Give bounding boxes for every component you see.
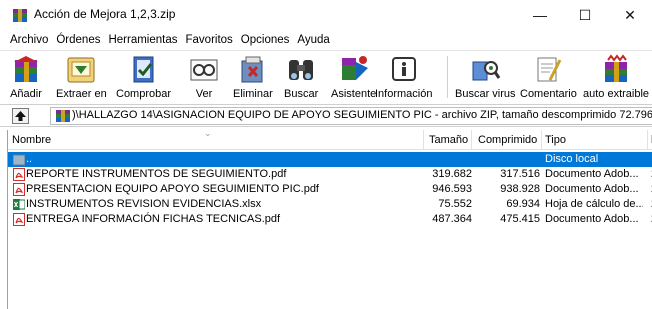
delete-label: Eliminar: [233, 88, 273, 100]
comment-label: Comentario: [520, 88, 577, 100]
menu-bar: Archivo Órdenes Herramientas Favoritos O…: [0, 31, 652, 49]
file-name: ..: [26, 153, 33, 165]
find-label: Buscar: [284, 88, 319, 100]
file-packed-size: 475.415: [500, 213, 540, 225]
info-icon: [391, 57, 416, 81]
menu-ordenes[interactable]: Órdenes: [52, 34, 104, 46]
column-header-size[interactable]: Tamaño: [429, 134, 468, 146]
pdf-file-icon: [13, 213, 25, 226]
add-archive-icon: [14, 56, 38, 82]
file-type: Documento Adob...: [545, 168, 639, 180]
test-archive-icon: [133, 56, 154, 83]
menu-archivo[interactable]: Archivo: [0, 34, 52, 46]
virus-scan-icon: [472, 61, 501, 81]
file-type: Documento Adob...: [545, 213, 639, 225]
file-packed-size: 938.928: [500, 183, 540, 195]
address-path: )\HALLAZGO 14\ASIGNACION EQUIPO DE APOYO…: [72, 109, 652, 121]
virus-scan-label: Buscar virus: [455, 88, 516, 100]
virus-scan-button[interactable]: Buscar virus: [455, 54, 516, 100]
file-type: Hoja de cálculo de...: [545, 198, 643, 210]
file-row-parent[interactable]: .. Disco local: [8, 152, 652, 167]
add-button[interactable]: Añadir: [10, 54, 42, 100]
wizard-label: Asistente: [331, 88, 377, 100]
comment-button[interactable]: Comentario: [520, 54, 577, 100]
menu-favoritos[interactable]: Favoritos: [182, 34, 237, 46]
up-arrow-icon: [15, 111, 26, 121]
find-binoculars-icon: [289, 60, 314, 80]
sfx-button[interactable]: auto extraible: [583, 54, 649, 100]
file-name: PRESENTACION EQUIPO APOYO SEGUIMIENTO PI…: [26, 183, 319, 195]
file-packed-size: 69.934: [506, 198, 540, 210]
test-button[interactable]: Comprobar: [116, 54, 171, 100]
file-type: Disco local: [545, 153, 599, 165]
excel-file-icon: [13, 199, 25, 210]
delete-icon: [241, 56, 263, 83]
address-field[interactable]: )\HALLAZGO 14\ASIGNACION EQUIPO DE APOYO…: [50, 107, 652, 125]
info-label: Información: [375, 88, 433, 100]
close-button[interactable]: ✕: [608, 0, 652, 30]
column-header-type[interactable]: Tipo: [545, 134, 566, 146]
view-button[interactable]: Ver: [188, 54, 220, 100]
file-row[interactable]: REPORTE INSTRUMENTOS DE SEGUIMIENTO.pdf …: [8, 167, 652, 182]
winrar-app-icon: [13, 9, 27, 22]
find-button[interactable]: Buscar: [284, 54, 318, 100]
view-file-icon: [190, 59, 218, 81]
menu-opciones[interactable]: Opciones: [237, 34, 294, 46]
file-size: 319.682: [432, 168, 472, 180]
file-name: INSTRUMENTOS REVISION EVIDENCIAS.xlsx: [26, 198, 262, 210]
window-title: Acción de Mejora 1,2,3.zip: [34, 7, 176, 21]
file-size: 487.364: [432, 213, 472, 225]
info-button[interactable]: Información: [375, 54, 432, 100]
file-name: ENTREGA INFORMACIÓN FICHAS TECNICAS.pdf: [26, 213, 281, 225]
wizard-button[interactable]: Asistente: [331, 54, 376, 100]
file-row[interactable]: ENTREGA INFORMACIÓN FICHAS TECNICAS.pdf …: [8, 212, 652, 227]
column-divider[interactable]: [471, 130, 472, 150]
file-row[interactable]: PRESENTACION EQUIPO APOYO SEGUIMIENTO PI…: [8, 182, 652, 197]
extract-to-label: Extraer en: [56, 88, 107, 100]
extract-to-icon: [67, 57, 95, 83]
add-label: Añadir: [10, 88, 42, 100]
address-bar: )\HALLAZGO 14\ASIGNACION EQUIPO DE APOYO…: [0, 104, 652, 127]
delete-button[interactable]: Eliminar: [233, 54, 273, 100]
menu-ayuda[interactable]: Ayuda: [293, 34, 333, 46]
file-list: Nombre ⌄ Tamaño Comprimido Tipo l .. Dis…: [7, 130, 652, 309]
column-header-packed[interactable]: Comprimido: [478, 134, 537, 146]
column-divider[interactable]: [423, 130, 424, 150]
file-row[interactable]: INSTRUMENTOS REVISION EVIDENCIAS.xlsx 75…: [8, 197, 652, 212]
file-size: 75.552: [438, 198, 472, 210]
maximize-button[interactable]: ☐: [563, 0, 607, 30]
view-label: Ver: [195, 88, 213, 100]
wizard-icon: [341, 56, 368, 80]
pdf-file-icon: [13, 183, 25, 196]
file-size: 946.593: [432, 183, 472, 195]
address-path-text: HALLAZGO 14\ASIGNACION EQUIPO DE APOYO S…: [78, 109, 652, 121]
sort-chevron-icon: ⌄: [204, 130, 212, 138]
toolbar-separator: [447, 56, 448, 98]
column-divider[interactable]: [541, 130, 542, 150]
column-header-name[interactable]: Nombre: [12, 134, 51, 146]
column-divider[interactable]: [647, 130, 648, 150]
list-header: Nombre ⌄ Tamaño Comprimido Tipo l: [8, 130, 652, 150]
comment-icon: [537, 57, 562, 82]
minimize-icon: —: [533, 7, 547, 23]
menu-herramientas[interactable]: Herramientas: [104, 34, 181, 46]
pdf-file-icon: [13, 168, 25, 181]
test-label: Comprobar: [116, 88, 172, 100]
address-prefix: )\: [72, 109, 79, 121]
minimize-button[interactable]: —: [518, 0, 562, 30]
file-type: Documento Adob...: [545, 183, 639, 195]
maximize-icon: ☐: [578, 6, 592, 23]
folder-up-icon: [13, 154, 25, 166]
sfx-label: auto extraible: [583, 88, 650, 100]
file-name: REPORTE INSTRUMENTOS DE SEGUIMIENTO.pdf: [26, 168, 287, 180]
close-icon: ✕: [624, 6, 636, 23]
extract-to-button[interactable]: Extraer en: [56, 54, 107, 100]
up-folder-button[interactable]: [12, 108, 29, 124]
file-packed-size: 317.516: [500, 168, 540, 180]
archive-icon: [56, 110, 70, 122]
sfx-icon: [605, 54, 628, 82]
toolbar: Añadir Extraer en Comprobar Ver Eliminar…: [0, 50, 652, 102]
title-bar: Acción de Mejora 1,2,3.zip — ☐ ✕: [0, 0, 652, 30]
